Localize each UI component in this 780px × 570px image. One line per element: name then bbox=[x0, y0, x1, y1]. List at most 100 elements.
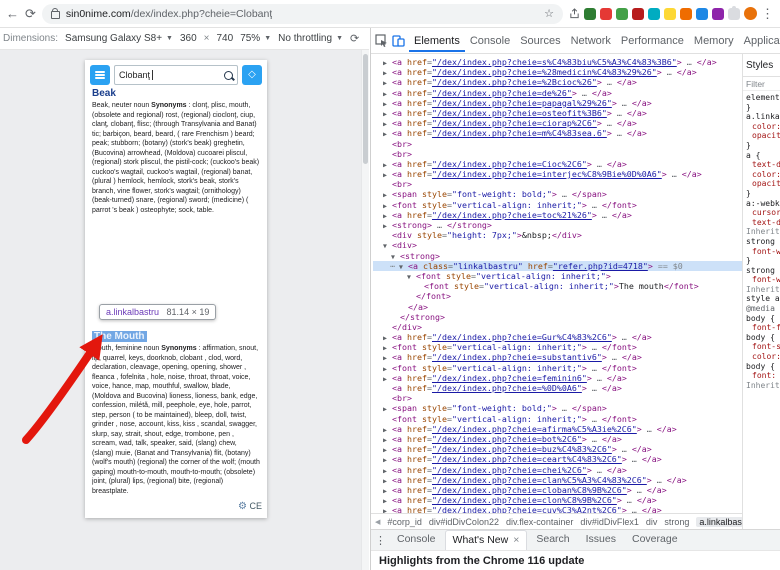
elements-tree-row[interactable]: <br> bbox=[373, 179, 742, 189]
inspect-icon[interactable] bbox=[375, 34, 388, 47]
mouth-heading-highlighted[interactable]: The Mouth bbox=[92, 331, 147, 342]
elements-tree-row[interactable]: ▶<span style="font-weight: bold;"> … </s… bbox=[373, 189, 742, 199]
zoom-select[interactable]: 75% bbox=[240, 33, 260, 44]
style-rule-line[interactable]: strong { bbox=[746, 266, 780, 276]
device-toolbar-icon[interactable] bbox=[392, 34, 405, 47]
site-logo-button[interactable]: ◇ bbox=[242, 65, 262, 85]
styles-filter-input[interactable]: Filter bbox=[743, 77, 780, 91]
style-rule-line[interactable]: cursor: bbox=[746, 208, 780, 218]
devtools-tab-performance[interactable]: Performance bbox=[616, 30, 689, 52]
elements-tree-row[interactable]: ▶<a href="/dex/index.php?cheie=ciorap%2C… bbox=[373, 118, 742, 128]
elements-tree-row[interactable]: ▶<span style="font-weight: bold;"> … </s… bbox=[373, 403, 742, 413]
bookmark-star-icon[interactable]: ☆ bbox=[544, 7, 554, 20]
style-rule-line[interactable]: body { bbox=[746, 314, 780, 324]
style-rule-line[interactable]: font-family: bbox=[746, 323, 780, 333]
share-icon[interactable] bbox=[569, 8, 580, 19]
elements-tree-row[interactable]: ▶<a href="/dex/index.php?cheie=s%C4%83bi… bbox=[373, 57, 742, 67]
style-rule-line[interactable]: body { bbox=[746, 362, 780, 372]
href-attribute-link[interactable]: "/dex/index.php?cheie=%0D%0A6" bbox=[432, 383, 582, 393]
elements-tree-row[interactable]: ▼<div> bbox=[373, 240, 742, 250]
elements-tree-row[interactable]: ⋯▼<a class="linkalbastru" href="refer.ph… bbox=[373, 261, 742, 271]
browser-menu-icon[interactable]: ⋮ bbox=[761, 7, 774, 20]
style-rule-line[interactable]: opacity: bbox=[746, 131, 780, 141]
devtools-tab-memory[interactable]: Memory bbox=[689, 30, 739, 52]
breadcrumb-item[interactable]: div bbox=[646, 517, 658, 527]
elements-tree-row[interactable]: ▶<a href="/dex/index.php?cheie=substanti… bbox=[373, 352, 742, 362]
breadcrumb-item[interactable]: div#idDivColon22 bbox=[429, 517, 499, 527]
drawer-tab-what-s-new[interactable]: What's New× bbox=[445, 530, 528, 550]
elements-tree-row[interactable]: ▶<font style="vertical-align: inherit;">… bbox=[373, 200, 742, 210]
elements-tree-row[interactable]: ▶<a href="/dex/index.php?cheie=Cioc%2C6"… bbox=[373, 159, 742, 169]
elements-tree-row[interactable]: ▶<a href="/dex/index.php?cheie=clan%C5%A… bbox=[373, 475, 742, 485]
href-attribute-link[interactable]: "/dex/index.php?cheie=ciorap%2C6" bbox=[432, 118, 597, 128]
elements-tree-row[interactable]: ▶<a href="/dex/index.php?cheie=cuv%C3%A2… bbox=[373, 505, 742, 513]
device-toolbar-menu-icon[interactable]: ⋮ bbox=[366, 32, 369, 45]
disclosure-arrow-icon[interactable]: ▶ bbox=[383, 455, 392, 465]
style-rule-line[interactable]: } bbox=[746, 103, 780, 113]
elements-tree-row[interactable]: ▶<a href="/dex/index.php?cheie=%28medici… bbox=[373, 67, 742, 77]
elements-tree-row[interactable]: ▶<a href="/dex/index.php?cheie=afirma%C5… bbox=[373, 424, 742, 434]
beak-heading[interactable]: Beak bbox=[92, 88, 260, 99]
href-attribute-link[interactable]: "/dex/index.php?cheie=clon%C8%9B%2C6" bbox=[432, 495, 617, 505]
elements-tree-row[interactable]: <a href="/dex/index.php?cheie=%0D%0A6"> … bbox=[373, 383, 742, 393]
page-scrollbar[interactable] bbox=[361, 50, 369, 570]
elements-tree-row[interactable]: ▶<font style="vertical-align: inherit;">… bbox=[373, 342, 742, 352]
elements-tree-row[interactable]: ▶<a href="/dex/index.php?cheie=cloban%C8… bbox=[373, 485, 742, 495]
href-attribute-link[interactable]: "/dex/index.php?cheie=buz%C4%83%2C6" bbox=[432, 444, 612, 454]
style-rule-line[interactable]: Inherited fro bbox=[746, 227, 780, 237]
elements-tree-row[interactable]: ▶<a href="/dex/index.php?cheie=chei%2C6"… bbox=[373, 465, 742, 475]
elements-tree-row[interactable]: <br> bbox=[373, 139, 742, 149]
href-attribute-link[interactable]: "/dex/index.php?cheie=de%26" bbox=[432, 88, 572, 98]
extension-icon[interactable] bbox=[696, 8, 708, 20]
drawer-tab-search[interactable]: Search bbox=[529, 530, 576, 550]
style-rule-line[interactable]: font-weight: bbox=[746, 275, 780, 285]
breadcrumb-item[interactable]: div.flex-container bbox=[506, 517, 573, 527]
devtools-tab-sources[interactable]: Sources bbox=[515, 30, 565, 52]
style-rule-line[interactable]: color: bbox=[746, 352, 780, 362]
style-rule-line[interactable]: body { bbox=[746, 333, 780, 343]
style-rule-line[interactable]: @media scree bbox=[746, 304, 780, 314]
style-rule-line[interactable]: a:-webkit-any bbox=[746, 199, 780, 209]
style-rule-line[interactable]: font-weight: bbox=[746, 247, 780, 257]
href-attribute-link[interactable]: "/dex/index.php?cheie=cuv%C3%A2nt%2C6" bbox=[432, 505, 622, 513]
drawer-tab-coverage[interactable]: Coverage bbox=[625, 530, 685, 550]
elements-tree-row[interactable]: ▶<a href="/dex/index.php?cheie=osteofit%… bbox=[373, 108, 742, 118]
href-attribute-link[interactable]: "/dex/index.php?cheie=m%C4%83sea.6" bbox=[432, 128, 607, 138]
elements-tree-row[interactable]: <br> bbox=[373, 393, 742, 403]
back-icon[interactable]: ← bbox=[6, 7, 19, 20]
extension-icon[interactable] bbox=[664, 8, 676, 20]
elements-tree-row[interactable]: </a> bbox=[373, 302, 742, 312]
href-attribute-link[interactable]: "/dex/index.php?cheie=Gur%C4%83%2C6" bbox=[432, 332, 612, 342]
extension-icon[interactable] bbox=[680, 8, 692, 20]
throttling-select[interactable]: No throttling bbox=[278, 33, 332, 44]
href-attribute-link[interactable]: "refer.php?id=4718" bbox=[553, 261, 648, 271]
href-attribute-link[interactable]: "/dex/index.php?cheie=afirma%C5%A3ie%2C6… bbox=[432, 424, 637, 434]
breadcrumb-item[interactable]: a.linkalbastru bbox=[696, 517, 742, 527]
drawer-tab-issues[interactable]: Issues bbox=[579, 530, 623, 550]
hamburger-menu-button[interactable] bbox=[90, 65, 110, 85]
disclosure-arrow-icon[interactable]: ▶ bbox=[383, 506, 392, 513]
style-rule-line[interactable]: opacity: bbox=[746, 179, 780, 189]
breadcrumb-item[interactable]: div#idDivFlex1 bbox=[580, 517, 639, 527]
viewport-height-field[interactable]: 740 bbox=[217, 33, 234, 44]
href-attribute-link[interactable]: "/dex/index.php?cheie=papagal%29%26" bbox=[432, 98, 612, 108]
search-icon[interactable] bbox=[224, 71, 233, 80]
devtools-tab-elements[interactable]: Elements bbox=[409, 30, 465, 52]
href-attribute-link[interactable]: "/dex/index.php?cheie=interjec%C8%9Bie%0… bbox=[432, 169, 662, 179]
elements-tree-row[interactable]: ▶<a href="/dex/index.php?cheie=ceart%C4%… bbox=[373, 454, 742, 464]
elements-tree-row[interactable]: </strong> bbox=[373, 312, 742, 322]
style-rule-line[interactable]: color: bbox=[746, 170, 780, 180]
drawer-menu-icon[interactable]: ⋮ bbox=[375, 534, 386, 547]
href-attribute-link[interactable]: "/dex/index.php?cheie=bot%2C6" bbox=[432, 434, 582, 444]
style-rule-line[interactable]: style attribu bbox=[746, 294, 780, 304]
elements-tree-row[interactable]: ▶<a href="/dex/index.php?cheie=feminin6"… bbox=[373, 373, 742, 383]
elements-tree-row[interactable]: ▶<a href="/dex/index.php?cheie=clon%C8%9… bbox=[373, 495, 742, 505]
consent-badge[interactable]: ⚙ CE bbox=[236, 501, 262, 512]
viewport-width-field[interactable]: 360 bbox=[180, 33, 197, 44]
breadcrumb-item[interactable]: strong bbox=[664, 517, 689, 527]
whats-new-heading[interactable]: Highlights from the Chrome 116 update bbox=[379, 555, 584, 567]
extension-icon[interactable] bbox=[632, 8, 644, 20]
elements-tree-row[interactable]: </div> bbox=[373, 322, 742, 332]
style-rule-line[interactable]: text-decorat bbox=[746, 218, 780, 228]
drawer-tab-console[interactable]: Console bbox=[390, 530, 443, 550]
